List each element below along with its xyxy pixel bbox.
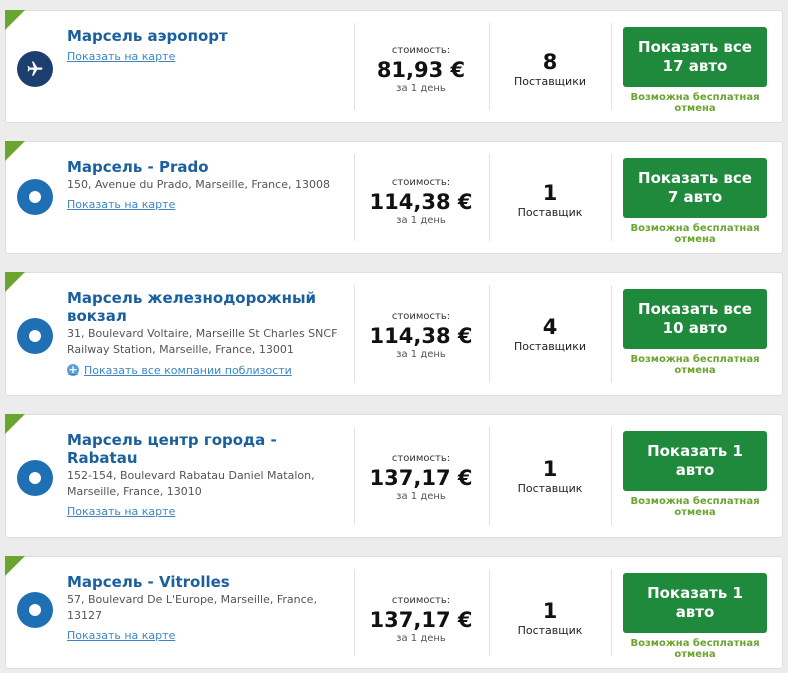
suppliers-block: 8 Поставщики [490,49,610,89]
check-badge: ✔ [5,10,25,40]
per-day-label: за 1 день [396,83,446,94]
location-name[interactable]: Марсель - Prado [67,158,347,176]
suppliers-count: 1 [542,599,558,623]
plus-icon: + [67,363,79,376]
show-cars-button[interactable]: Показать все 17 авто [623,27,767,87]
result-card: ✔ Марсель центр города - Rabatau 152-154… [5,414,783,538]
divider [611,285,612,383]
result-card: ✔ Марсель - Prado 150, Avenue du Prado, … [5,141,783,254]
location-name[interactable]: Марсель - Vitrolles [67,573,337,591]
price-label: стоимость: [391,595,451,606]
price-label: стоимость: [391,177,451,188]
show-on-map-link[interactable]: Показать на карте [67,49,175,64]
suppliers-block: 4 Поставщики [490,314,610,354]
location-name[interactable]: Марсель железнодорожный вокзал [67,289,343,325]
divider [611,427,612,525]
price-block: стоимость: 114,38 € за 1 день [354,177,488,227]
location-dot-icon [17,460,53,496]
location-address: 150, Avenue du Prado, Marseille, France,… [67,178,330,191]
check-icon: ✔ [6,161,14,171]
free-cancellation-note: Возможна бесплатная отмена [630,92,760,114]
price-value: 137,17 € [369,466,473,490]
location-dot-icon [17,179,53,215]
price-value: 114,38 € [369,324,473,348]
location-name[interactable]: Марсель аэропорт [67,27,347,45]
show-cars-button[interactable]: Показать все 10 авто [623,289,767,349]
price-label: стоимость: [391,311,451,322]
suppliers-count: 4 [542,315,558,339]
price-block: стоимость: 81,93 € за 1 день [354,45,488,95]
suppliers-count: 8 [542,50,558,74]
show-nearby-companies-label: Показать все компании поблизости [84,363,292,377]
suppliers-block: 1 Поставщик [490,456,610,496]
price-label: стоимость: [391,45,451,56]
location-address: 31, Boulevard Voltaire, Marseille St Cha… [67,327,338,356]
divider [611,154,612,241]
show-cars-button[interactable]: Показать все 7 авто [623,158,767,218]
divider [611,569,612,656]
suppliers-label: Поставщик [517,624,583,637]
check-icon: ✔ [6,292,14,302]
per-day-label: за 1 день [396,491,446,502]
result-card: ✔ Марсель - Vitrolles 57, Boulevard De L… [5,556,783,669]
per-day-label: за 1 день [396,349,446,360]
divider [611,23,612,110]
location-address: 152-154, Boulevard Rabatau Daniel Matalo… [67,469,315,498]
check-badge: ✔ [5,414,25,444]
price-block: стоимость: 114,38 € за 1 день [354,311,488,361]
suppliers-label: Поставщик [517,206,583,219]
free-cancellation-note: Возможна бесплатная отмена [630,496,760,518]
check-badge: ✔ [5,141,25,171]
suppliers-count: 1 [542,457,558,481]
suppliers-label: Поставщик [517,482,583,495]
suppliers-block: 1 Поставщик [490,180,610,220]
show-nearby-companies-link[interactable]: + Показать все компании поблизости [67,363,292,378]
show-on-map-link[interactable]: Показать на карте [67,504,175,519]
show-cars-button[interactable]: Показать 1 авто [623,431,767,491]
per-day-label: за 1 день [396,633,446,644]
location-dot-icon [17,592,53,628]
check-badge: ✔ [5,272,25,302]
show-on-map-link[interactable]: Показать на карте [67,628,175,643]
free-cancellation-note: Возможна бесплатная отмена [630,354,760,376]
price-block: стоимость: 137,17 € за 1 день [354,453,488,503]
price-block: стоимость: 137,17 € за 1 день [354,595,488,645]
per-day-label: за 1 день [396,215,446,226]
check-icon: ✔ [6,30,14,40]
show-on-map-link[interactable]: Показать на карте [67,197,175,212]
location-dot-icon [17,318,53,354]
result-card: ✔ Марсель аэропорт Показать на карте сто… [5,10,783,123]
suppliers-label: Поставщики [514,340,586,353]
location-name[interactable]: Марсель центр города - Rabatau [67,431,343,467]
free-cancellation-note: Возможна бесплатная отмена [630,638,760,660]
free-cancellation-note: Возможна бесплатная отмена [630,223,760,245]
suppliers-block: 1 Поставщик [490,598,610,638]
location-address: 57, Boulevard De L'Europe, Marseille, Fr… [67,593,317,622]
show-cars-button[interactable]: Показать 1 авто [623,573,767,633]
price-label: стоимость: [391,453,451,464]
check-badge: ✔ [5,556,25,586]
check-icon: ✔ [6,434,14,444]
price-value: 137,17 € [369,608,473,632]
result-card: ✔ Марсель железнодорожный вокзал 31, Bou… [5,272,783,396]
check-icon: ✔ [6,576,14,586]
suppliers-label: Поставщики [514,75,586,88]
suppliers-count: 1 [542,181,558,205]
price-value: 81,93 € [376,58,466,82]
price-value: 114,38 € [369,190,473,214]
airplane-icon [17,51,53,87]
